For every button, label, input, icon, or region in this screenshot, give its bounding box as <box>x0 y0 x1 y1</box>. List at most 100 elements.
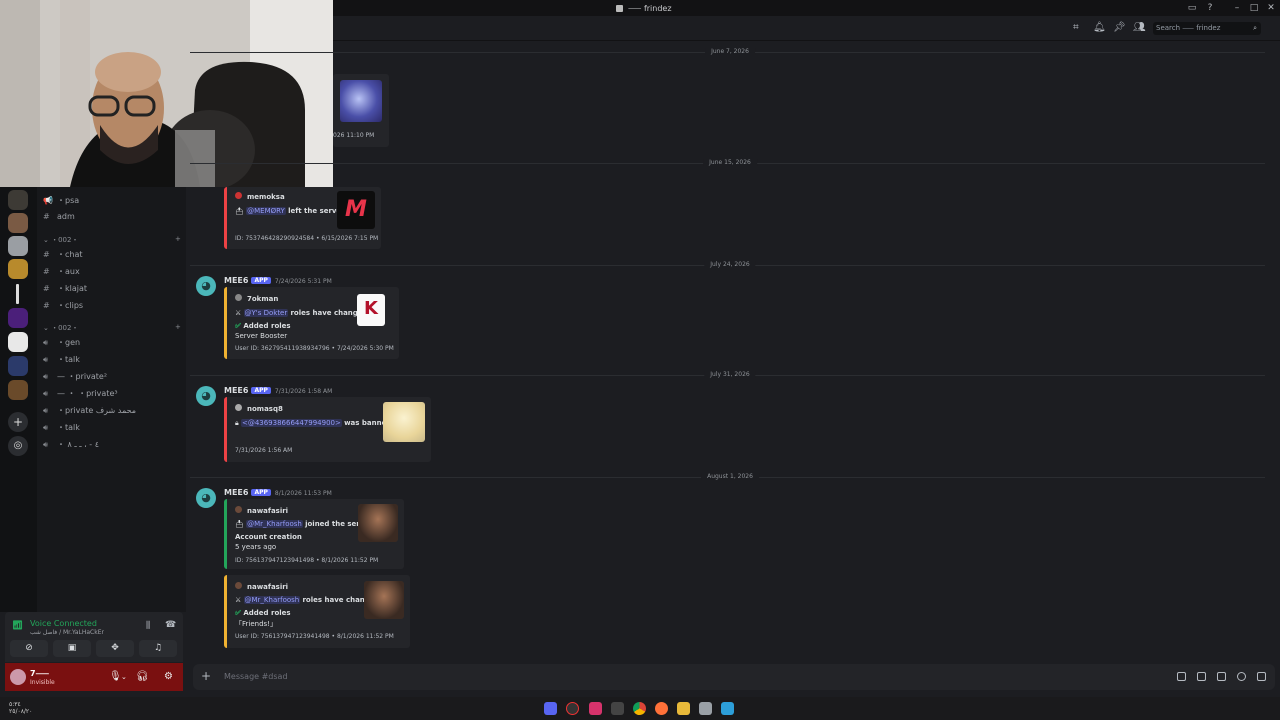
discord-taskbar-icon[interactable] <box>544 702 557 715</box>
obs-taskbar-icon[interactable] <box>566 702 579 715</box>
app-taskbar-icon[interactable] <box>721 702 734 715</box>
app-taskbar-icon[interactable] <box>699 702 712 715</box>
author-name[interactable]: MEE6 <box>224 386 248 395</box>
message-input[interactable]: Message #dsad <box>224 672 288 681</box>
channel-item[interactable]: # ・aux <box>43 266 80 277</box>
activities-icon[interactable]: ✥ <box>96 640 134 657</box>
embed-card: 026 11:10 PM <box>333 74 389 147</box>
category-label: ・002・ <box>51 324 79 332</box>
camera-off-icon[interactable]: ⊘ <box>10 640 48 657</box>
channel-item[interactable]: # ・clips <box>43 300 83 311</box>
channel-label: — ・ ・private³ <box>57 389 118 398</box>
help-icon[interactable]: ? <box>1205 3 1215 13</box>
server-icon[interactable] <box>8 213 28 233</box>
voice-channel-name[interactable]: فاصل شب / Mr.YaLHaCkEr <box>30 629 104 636</box>
server-icon[interactable] <box>8 259 28 279</box>
added-roles: ✅︎ Added roles <box>235 609 291 618</box>
username[interactable]: 7⸺ <box>30 668 49 679</box>
voice-channel-item[interactable]: 🔊︎ ・gen <box>43 337 80 348</box>
user-mention[interactable]: @Mr_Kharfoosh <box>243 596 301 604</box>
folder-taskbar-icon[interactable] <box>677 702 690 715</box>
inbox-icon[interactable]: ▭ <box>1187 3 1197 13</box>
app-taskbar-icon[interactable] <box>589 702 602 715</box>
discover-icon[interactable]: ◎ <box>8 436 28 456</box>
author-name[interactable]: MEE6 <box>224 488 248 497</box>
voice-status[interactable]: Voice Connected <box>30 619 97 628</box>
search-input[interactable]: Search ⸺ frindez ⌕ <box>1153 22 1261 35</box>
server-icon[interactable] <box>8 190 28 210</box>
embed-thumbnail[interactable]: K <box>357 294 385 326</box>
add-channel-icon[interactable]: + <box>175 323 181 331</box>
embed-thumbnail[interactable]: M <box>337 191 375 229</box>
user-mention[interactable]: @MEMØRY <box>246 207 286 215</box>
mee6-avatar[interactable]: ◕ <box>196 488 216 508</box>
user-mention[interactable]: <@436938666447994900> <box>240 419 342 427</box>
embed-author: nomasq8 <box>235 404 283 413</box>
channel-item[interactable]: # ・klajat <box>43 283 87 294</box>
voice-channel-item[interactable]: 🔊︎ — ・ ・private³ <box>43 388 118 399</box>
chevron-down-icon: ⌄ <box>43 324 52 332</box>
close-icon[interactable]: ✕ <box>1266 3 1276 13</box>
embed-thumbnail[interactable] <box>383 402 425 442</box>
mic-icon[interactable]: 🎙︎ <box>109 671 122 682</box>
channel-item[interactable]: # ・chat <box>43 249 83 260</box>
gift-icon[interactable] <box>1177 672 1186 681</box>
voice-channel-item[interactable]: 🔊︎ — ・private² <box>43 371 107 382</box>
gif-icon[interactable] <box>1197 672 1206 681</box>
embed-username: nawafasiri <box>247 583 289 591</box>
author-name[interactable]: MEE6 <box>224 276 248 285</box>
disconnect-icon[interactable]: ☎︎ <box>165 620 176 630</box>
firefox-taskbar-icon[interactable] <box>655 702 668 715</box>
channel-item[interactable]: 📢 ・psa <box>43 195 79 206</box>
emoji-icon[interactable] <box>1237 672 1246 681</box>
server-icon[interactable] <box>8 380 28 400</box>
voice-channel-item[interactable]: 🔊︎ ・ ٤ - ، ـ ـ ٨ <box>43 439 99 450</box>
embed-thumbnail[interactable] <box>358 504 398 542</box>
server-icon[interactable] <box>8 332 28 352</box>
members-icon[interactable]: 👥︎ <box>1133 23 1146 33</box>
clock[interactable]: ٥:٣٤ ٢٥/٠٨/٢٠ <box>9 701 32 715</box>
voice-channel-item[interactable]: 🔊︎ ・talk <box>43 422 80 433</box>
add-server-icon[interactable]: + <box>8 412 28 432</box>
embed-author: nawafasiri <box>235 506 288 515</box>
embed-thumbnail[interactable] <box>340 80 382 122</box>
category-header[interactable]: ⌄ ・002・ + <box>43 323 183 333</box>
maximize-icon[interactable]: □ <box>1249 3 1259 13</box>
sticker-icon[interactable] <box>1217 672 1226 681</box>
screen-share-icon[interactable]: ▣ <box>53 640 91 657</box>
mee6-avatar[interactable]: ◕ <box>196 276 216 296</box>
avatar[interactable] <box>10 669 26 685</box>
mee6-avatar[interactable]: ◕ <box>196 386 216 406</box>
bell-icon[interactable]: 🔔︎ <box>1093 23 1106 33</box>
chrome-taskbar-icon[interactable] <box>633 702 646 715</box>
clapper-taskbar-icon[interactable] <box>611 702 624 715</box>
account-age: 5 years ago <box>235 543 277 551</box>
server-icon[interactable] <box>8 308 28 328</box>
soundboard-icon[interactable]: ♫ <box>139 640 177 657</box>
headphones-icon[interactable]: 🎧︎ <box>136 671 149 682</box>
embed-description: ⚔ @Y's Dokter roles have changed <box>235 309 368 317</box>
channel-item[interactable]: # adm <box>43 212 75 221</box>
apps-icon[interactable] <box>1257 672 1266 681</box>
account-creation-label: Account creation <box>235 533 302 541</box>
noise-icon[interactable]: ⫼ <box>146 621 150 631</box>
embed-thumbnail[interactable] <box>364 581 404 619</box>
threads-icon[interactable]: ⌗ <box>1073 23 1079 33</box>
add-attachment-icon[interactable]: + <box>201 669 211 683</box>
voice-channel-item[interactable]: 🔊︎ ・private محمد شرف <box>43 405 136 416</box>
minimize-icon[interactable]: – <box>1232 3 1242 13</box>
add-channel-icon[interactable]: + <box>175 235 181 243</box>
server-icon[interactable] <box>8 236 28 256</box>
server-icon[interactable] <box>16 284 19 304</box>
megaphone-icon: 📢 <box>43 196 53 205</box>
server-icon[interactable] <box>8 356 28 376</box>
category-header[interactable]: ⌄ ・002・ + <box>43 235 183 245</box>
embed-footer: 7/31/2026 1:56 AM <box>235 447 293 454</box>
voice-channel-item[interactable]: 🔊︎ ・talk <box>43 354 80 365</box>
pin-icon[interactable]: 📌︎ <box>1113 23 1126 33</box>
user-avatar-icon <box>235 506 242 513</box>
user-mention[interactable]: @Mr_Kharfoosh <box>246 520 303 528</box>
settings-icon[interactable]: ⚙ <box>164 671 173 682</box>
chevron-down-icon[interactable]: ⌄ <box>121 673 127 681</box>
user-mention[interactable]: @Y's Dokter <box>243 309 289 317</box>
